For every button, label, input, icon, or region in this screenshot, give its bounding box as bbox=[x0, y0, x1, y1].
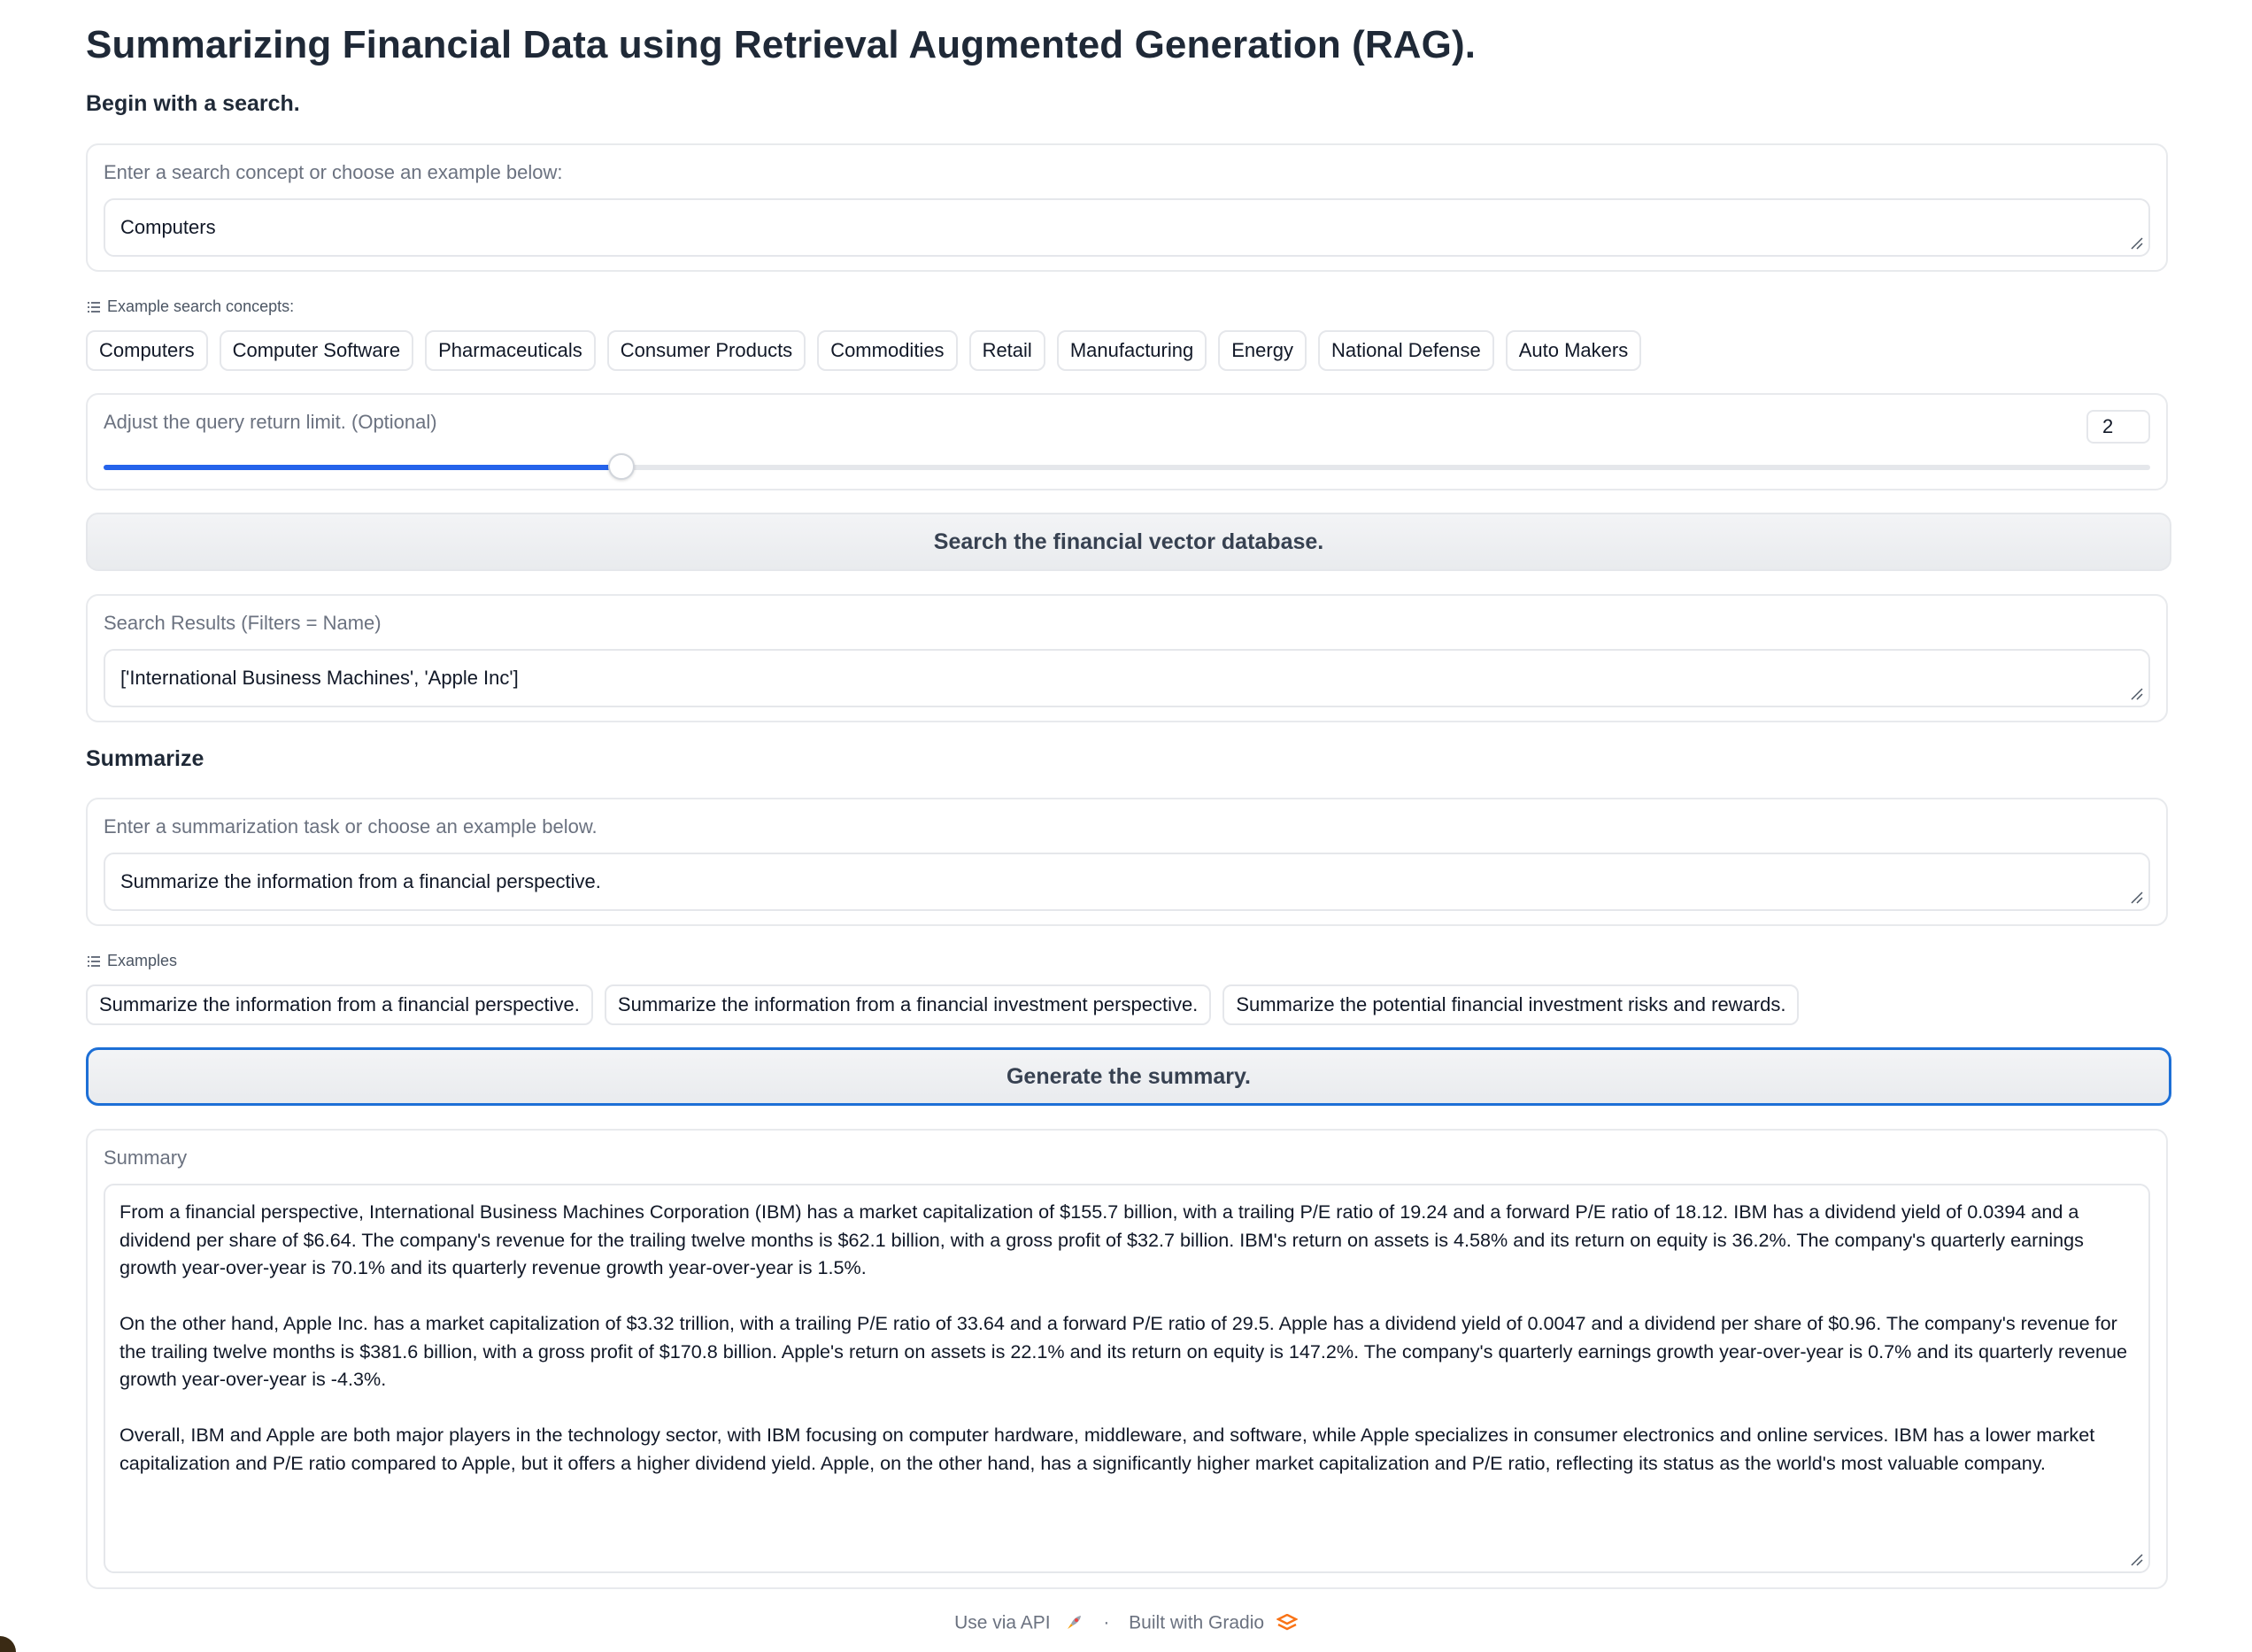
resize-handle-icon[interactable] bbox=[2129, 890, 2143, 904]
built-with-gradio-link[interactable]: Built with Gradio bbox=[1129, 1612, 1264, 1633]
summarize-example-risks-rewards[interactable]: Summarize the potential financial invest… bbox=[1222, 984, 1800, 1025]
search-example-national-defense[interactable]: National Defense bbox=[1317, 330, 1494, 371]
limit-slider-label: Adjust the query return limit. (Optional… bbox=[104, 411, 437, 433]
limit-slider-fill bbox=[104, 465, 621, 470]
search-example-pharmaceuticals[interactable]: Pharmaceuticals bbox=[425, 330, 596, 371]
search-input-value: Computers bbox=[120, 216, 216, 238]
summarize-input[interactable]: Summarize the information from a financi… bbox=[104, 853, 2150, 911]
use-via-api-link[interactable]: Use via API bbox=[954, 1612, 1051, 1633]
search-examples-label: Example search concepts: bbox=[88, 297, 294, 316]
search-example-auto-makers[interactable]: Auto Makers bbox=[1505, 330, 1642, 371]
search-results-label: Search Results (Filters = Name) bbox=[104, 612, 382, 634]
limit-slider-block: Adjust the query return limit. (Optional… bbox=[86, 393, 2168, 490]
limit-number-input[interactable]: 2 bbox=[2086, 410, 2150, 444]
summarize-examples-label: Examples bbox=[88, 952, 177, 970]
search-examples-label-text: Example search concepts: bbox=[107, 297, 295, 315]
search-example-computers[interactable]: Computers bbox=[86, 330, 208, 371]
search-heading: Begin with a search. bbox=[86, 91, 300, 116]
search-example-energy[interactable]: Energy bbox=[1218, 330, 1307, 371]
footer: Use via API · Built with Gradio bbox=[0, 1612, 2252, 1633]
search-results-output[interactable]: ['International Business Machines', 'App… bbox=[104, 649, 2150, 707]
summarize-example-investment[interactable]: Summarize the information from a financi… bbox=[604, 984, 1212, 1025]
search-example-commodities[interactable]: Commodities bbox=[817, 330, 958, 371]
search-example-chips: Computers Computer Software Pharmaceutic… bbox=[86, 330, 1642, 371]
summary-paragraph: From a financial perspective, Internatio… bbox=[120, 1200, 2084, 1278]
summarize-examples-label-text: Examples bbox=[107, 952, 178, 969]
summary-paragraph: Overall, IBM and Apple are both major pl… bbox=[120, 1424, 2095, 1474]
rocket-icon bbox=[1068, 1616, 1082, 1630]
summarize-input-block: Enter a summarization task or choose an … bbox=[86, 798, 2168, 926]
list-icon bbox=[88, 955, 100, 967]
search-example-manufacturing[interactable]: Manufacturing bbox=[1056, 330, 1207, 371]
search-example-retail[interactable]: Retail bbox=[968, 330, 1045, 371]
list-icon bbox=[88, 301, 100, 313]
summary-output[interactable]: From a financial perspective, Internatio… bbox=[104, 1184, 2150, 1573]
summarize-heading: Summarize bbox=[86, 746, 204, 771]
search-button[interactable]: Search the financial vector database. bbox=[86, 513, 2171, 571]
search-example-computer-software[interactable]: Computer Software bbox=[219, 330, 414, 371]
page-title: Summarizing Financial Data using Retriev… bbox=[86, 23, 1477, 66]
resize-handle-icon[interactable] bbox=[2129, 686, 2143, 700]
search-input[interactable]: Computers bbox=[104, 198, 2150, 257]
resize-handle-icon[interactable] bbox=[2129, 235, 2143, 250]
limit-slider-thumb[interactable] bbox=[607, 453, 635, 480]
search-input-label: Enter a search concept or choose an exam… bbox=[104, 161, 563, 183]
generate-summary-button[interactable]: Generate the summary. bbox=[86, 1047, 2171, 1106]
search-input-block: Enter a search concept or choose an exam… bbox=[86, 143, 2168, 272]
window-corner bbox=[0, 1636, 16, 1652]
summarize-input-value: Summarize the information from a financi… bbox=[120, 870, 601, 892]
summarize-input-label: Enter a summarization task or choose an … bbox=[104, 815, 598, 838]
footer-separator: · bbox=[1103, 1612, 1110, 1633]
gradio-logo-icon bbox=[1276, 1614, 1299, 1631]
summary-block: Summary From a financial perspective, In… bbox=[86, 1129, 2168, 1589]
search-example-consumer-products[interactable]: Consumer Products bbox=[606, 330, 806, 371]
limit-slider[interactable] bbox=[104, 453, 2150, 480]
summary-paragraph: On the other hand, Apple Inc. has a mark… bbox=[120, 1312, 2127, 1390]
summarize-example-financial[interactable]: Summarize the information from a financi… bbox=[86, 984, 593, 1025]
resize-handle-icon[interactable] bbox=[2129, 1552, 2143, 1566]
search-results-block: Search Results (Filters = Name) ['Intern… bbox=[86, 594, 2168, 722]
summarize-example-chips: Summarize the information from a financi… bbox=[86, 984, 1800, 1025]
page: Summarizing Financial Data using Retriev… bbox=[0, 0, 2252, 1652]
search-results-value: ['International Business Machines', 'App… bbox=[120, 667, 519, 689]
summary-label: Summary bbox=[104, 1146, 188, 1169]
